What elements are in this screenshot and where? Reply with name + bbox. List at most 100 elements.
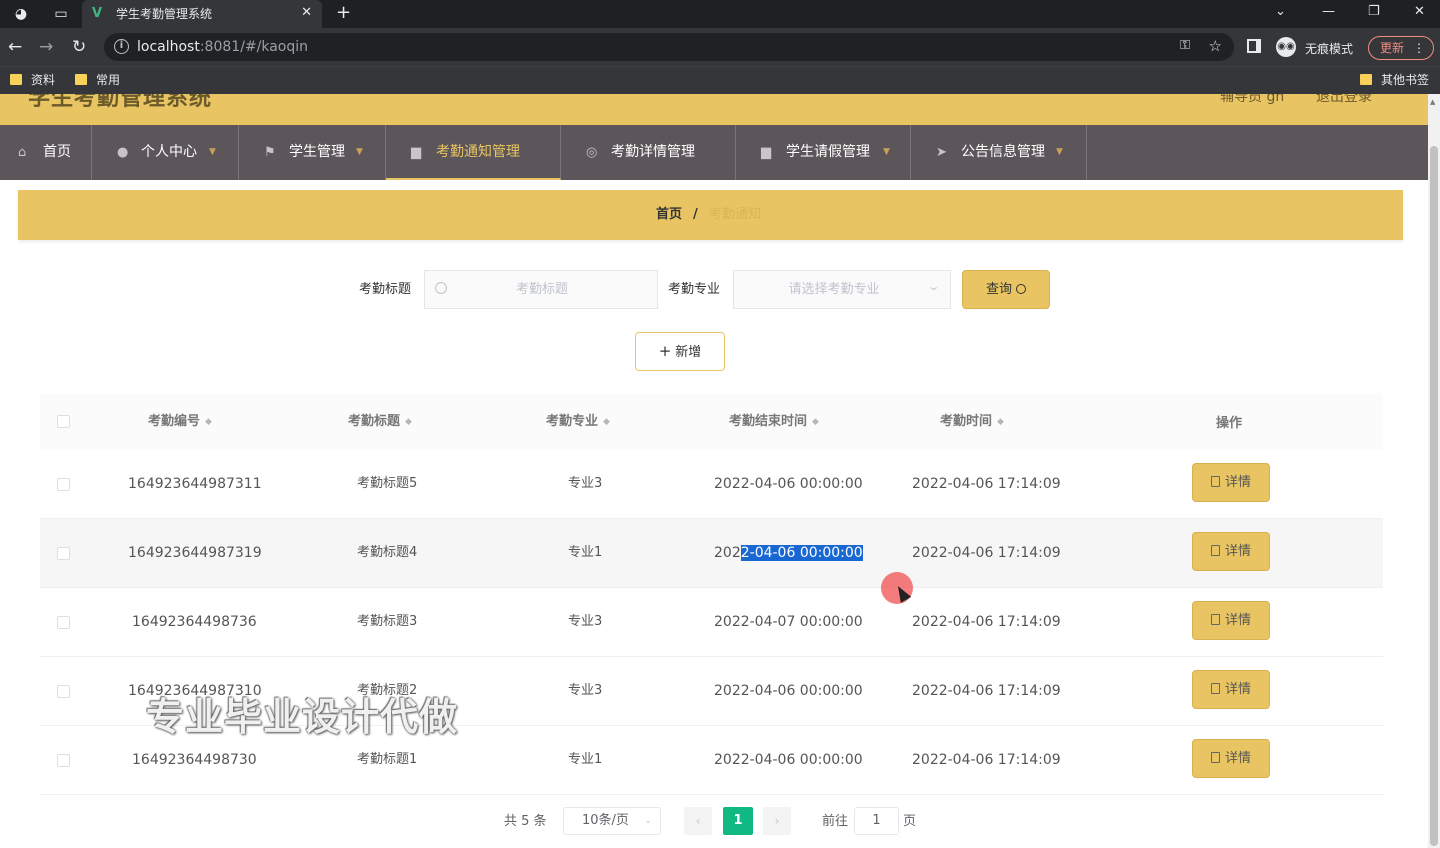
document-icon [1210, 752, 1220, 763]
back-icon[interactable]: ← [8, 37, 22, 57]
menu-item-attendance-detail[interactable]: ◎ 考勤详情管理 [561, 125, 736, 180]
document-icon [1210, 476, 1220, 487]
add-button[interactable]: + 新增 [635, 332, 725, 371]
detail-button[interactable]: 详情 [1192, 532, 1270, 571]
menu-item-leave[interactable]: ▆ 学生请假管理 ▼ [736, 125, 911, 180]
url-field[interactable]: i localhost:8081/#/kaoqin ⚿ ☆ [104, 33, 1234, 61]
detail-button[interactable]: 详情 [1192, 601, 1270, 640]
bookmark-folder-other[interactable]: 其他书签 [1360, 72, 1429, 88]
chevron-down-icon: ⌄ [926, 280, 941, 293]
row-checkbox[interactable] [57, 478, 70, 491]
major-select[interactable]: 请选择考勤专业 ⌄ [733, 270, 951, 309]
plus-icon: + [658, 342, 672, 360]
page-number-current[interactable]: 1 [723, 807, 753, 835]
cell-id: 16492364498736 [132, 614, 257, 630]
table-row[interactable]: 164923644987319 考勤标题4 专业1 2022-04-06 00:… [40, 519, 1383, 588]
prev-page-button[interactable]: ‹ [684, 807, 712, 835]
major-select-label: 考勤专业 [668, 282, 721, 297]
forward-icon[interactable]: → [39, 37, 53, 57]
column-header-time[interactable]: 考勤时间 ◆ [940, 413, 1004, 431]
breadcrumb-home[interactable]: 首页 [656, 206, 682, 224]
goto-page-input[interactable]: 1 [854, 807, 899, 835]
title-search-input[interactable]: 考勤标题 [424, 270, 658, 309]
sort-icon: ◆ [603, 417, 610, 427]
cell-major: 专业1 [568, 752, 603, 767]
page-unit-label: 页 [903, 814, 917, 829]
query-button[interactable]: 查询 [962, 270, 1050, 309]
side-panel-icon[interactable] [1247, 39, 1261, 53]
cell-end-time: 2022-04-06 00:00:00 [714, 752, 863, 768]
text-selection: 2-04-06 00:00:00 [740, 545, 863, 561]
scroll-up-icon: ▲ [1430, 98, 1436, 106]
browser-menu-icon[interactable]: ◕ [12, 5, 30, 23]
select-all-checkbox[interactable] [57, 415, 70, 428]
table-row[interactable]: 16492364498736 考勤标题3 专业3 2022-04-07 00:0… [40, 588, 1383, 657]
scrollbar-thumb[interactable] [1430, 146, 1438, 846]
logout-link[interactable]: 退出登录 [1316, 94, 1372, 106]
folder-icon [10, 74, 22, 85]
url-text: localhost:8081/#/kaoqin [137, 39, 309, 55]
chevron-down-icon: ⌄ [644, 816, 652, 826]
browser-tab[interactable]: V 学生考勤管理系统 ✕ [82, 0, 322, 28]
cell-time: 2022-04-06 17:14:09 [912, 752, 1061, 768]
bookmark-folder-changyong[interactable]: 常用 [75, 72, 120, 88]
row-checkbox[interactable] [57, 616, 70, 629]
column-header-id[interactable]: 考勤编号 ◆ [148, 413, 212, 431]
next-page-button[interactable]: › [763, 807, 791, 835]
menu-item-students[interactable]: ⚑ 学生管理 ▼ [239, 125, 386, 180]
site-info-icon[interactable]: i [114, 39, 129, 54]
send-icon: ➤ [936, 145, 947, 160]
document-icon [1210, 545, 1220, 556]
reload-icon[interactable]: ↻ [72, 37, 86, 57]
bookmark-folder-ziliao[interactable]: 资料 [10, 72, 55, 88]
close-window-icon[interactable]: ✕ [1414, 3, 1425, 21]
column-header-end-time[interactable]: 考勤结束时间 ◆ [729, 413, 819, 431]
cell-time: 2022-04-06 17:14:09 [912, 614, 1061, 630]
detail-button[interactable]: 详情 [1192, 670, 1270, 709]
row-checkbox[interactable] [57, 685, 70, 698]
folder-icon [75, 74, 87, 85]
pagination: 共 5 条 10条/页 ⌄ ‹ 1 › 前往 1 页 [0, 807, 1428, 837]
cell-major: 专业3 [568, 683, 603, 698]
menu-item-announcement[interactable]: ➤ 公告信息管理 ▼ [911, 125, 1087, 180]
sort-icon: ◆ [205, 417, 212, 427]
tab-search-icon[interactable]: ▭ [52, 5, 70, 23]
cell-major: 专业3 [568, 614, 603, 629]
top-menu: ⌂ 首页 ● 个人中心 ▼ ⚑ 学生管理 ▼ ▆ 考勤通知管理 ◎ 考勤详情管理… [0, 125, 1428, 180]
cell-title: 考勤标题4 [357, 545, 418, 560]
table-row[interactable]: 164923644987311 考勤标题5 专业3 2022-04-06 00:… [40, 450, 1383, 519]
search-icon [1016, 284, 1026, 294]
column-header-title[interactable]: 考勤标题 ◆ [348, 413, 412, 431]
cell-end-time: 2022-04-07 00:00:00 [714, 614, 863, 630]
cell-end-time: 2022-04-06 00:00:00 [714, 683, 863, 699]
row-checkbox[interactable] [57, 754, 70, 767]
row-checkbox[interactable] [57, 547, 70, 560]
menu-item-profile[interactable]: ● 个人中心 ▼ [92, 125, 239, 180]
update-button[interactable]: 更新 ⋮ [1368, 36, 1434, 60]
password-key-icon[interactable]: ⚿ [1180, 38, 1190, 53]
app-title: 学生考勤管理系统 [28, 94, 213, 111]
detail-button[interactable]: 详情 [1192, 463, 1270, 502]
monitor-icon: ▆ [761, 145, 771, 160]
tab-list-icon[interactable]: ⌄ [1275, 3, 1286, 21]
page-size-select[interactable]: 10条/页 ⌄ [563, 807, 661, 835]
menu-item-attendance-notice[interactable]: ▆ 考勤通知管理 [386, 125, 561, 180]
cell-end-time: 2022-04-06 00:00:00 [714, 545, 863, 561]
minimize-icon[interactable]: — [1322, 3, 1335, 21]
bookmark-star-icon[interactable]: ☆ [1209, 37, 1222, 55]
user-icon: ● [117, 145, 129, 160]
cell-major: 专业1 [568, 545, 603, 560]
column-header-major[interactable]: 考勤专业 ◆ [546, 413, 610, 431]
menu-item-home[interactable]: ⌂ 首页 [0, 125, 92, 180]
cell-title: 考勤标题5 [357, 476, 418, 491]
column-header-actions: 操作 [1216, 416, 1243, 431]
new-tab-icon[interactable]: + [336, 3, 351, 23]
current-user: 辅导员 gn [1220, 94, 1285, 105]
title-search-label: 考勤标题 [359, 282, 412, 297]
home-icon: ⌂ [18, 145, 27, 160]
table-header: 考勤编号 ◆ 考勤标题 ◆ 考勤专业 ◆ 考勤结束时间 ◆ 考勤时间 ◆ 操作 [40, 393, 1383, 450]
page-scrollbar[interactable]: ▲ [1428, 94, 1440, 848]
detail-button[interactable]: 详情 [1192, 739, 1270, 778]
tab-close-icon[interactable]: ✕ [301, 5, 312, 21]
restore-icon[interactable]: ❐ [1368, 3, 1380, 21]
